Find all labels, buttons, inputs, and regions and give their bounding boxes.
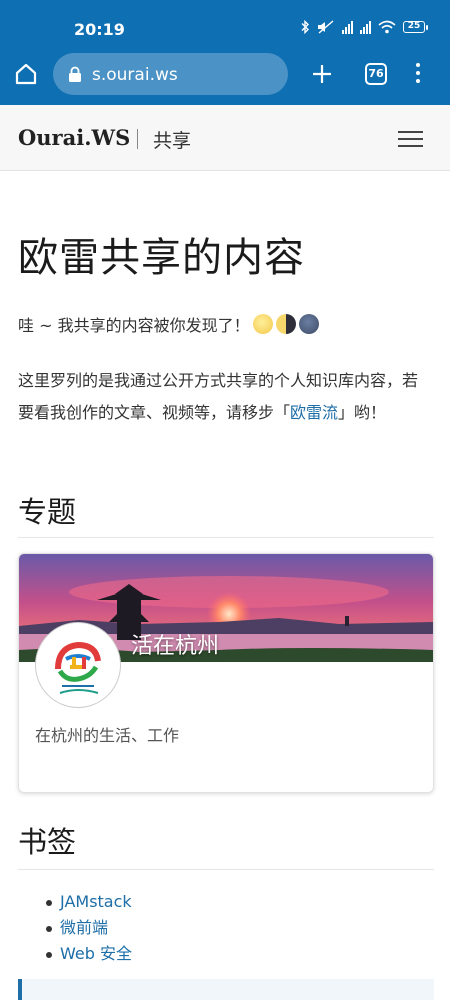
ourai-flow-link[interactable]: 欧雷流 — [290, 403, 338, 422]
intro-text: 哇 ~ 我共享的内容被你发现了！ — [18, 312, 319, 336]
wifi-icon — [378, 20, 396, 34]
url-text: s.ourai.ws — [92, 65, 178, 85]
bookmarks-divider — [18, 869, 434, 870]
signal-icon — [360, 20, 371, 34]
new-tab-icon[interactable] — [310, 62, 334, 86]
callout-box — [18, 979, 434, 1000]
status-bar: 20:19 25 — [0, 0, 450, 44]
card-title[interactable]: 活在杭州 — [131, 628, 219, 660]
tab-switcher-button[interactable]: 76 — [365, 63, 387, 85]
bookmarks-heading: 书签 — [18, 825, 77, 859]
home-icon[interactable] — [14, 62, 38, 86]
mute-icon — [318, 20, 334, 34]
bluetooth-icon — [301, 20, 309, 34]
lock-icon — [69, 66, 81, 82]
hangzhou-logo-mark — [55, 641, 101, 694]
bookmark-link-micro-frontends[interactable]: 微前端 — [46, 915, 132, 941]
topics-heading: 专题 — [18, 495, 77, 529]
status-icons: 25 — [300, 20, 428, 34]
header-divider — [137, 129, 138, 149]
topics-divider — [18, 537, 434, 538]
bookmark-list: JAMstack 微前端 Web 安全 — [46, 889, 132, 967]
hamburger-menu-icon[interactable] — [398, 131, 423, 149]
more-menu-icon[interactable] — [414, 63, 422, 85]
browser-toolbar: s.ourai.ws 76 — [0, 44, 450, 105]
intro-label: 哇 ~ 我共享的内容被你发现了！ — [18, 316, 250, 335]
topic-card[interactable]: 活在杭州 在杭州的生活、工作 — [18, 553, 434, 793]
sun-face-emoji-icon — [252, 314, 273, 334]
battery-icon: 25 — [403, 21, 428, 33]
hangzhou-logo — [35, 622, 121, 708]
new-moon-face-emoji-icon — [298, 314, 319, 334]
page-title: 欧雷共享的内容 — [18, 235, 305, 281]
address-bar[interactable]: s.ourai.ws — [53, 53, 288, 95]
bookmark-link-jamstack[interactable]: JAMstack — [46, 889, 132, 915]
site-brand[interactable]: Ourai.WS — [18, 125, 130, 150]
intro-paragraph: 这里罗列的是我通过公开方式共享的个人知识库内容，若要看我创作的文章、视频等，请移… — [18, 371, 419, 422]
card-description: 在杭州的生活、工作 — [35, 726, 180, 745]
bookmark-link-web-security[interactable]: Web 安全 — [46, 941, 132, 967]
half-moon-emoji-icon — [275, 314, 296, 334]
site-header: Ourai.WS 共享 — [0, 105, 450, 171]
site-section-name[interactable]: 共享 — [153, 126, 191, 153]
battery-level: 25 — [403, 21, 425, 33]
status-time: 20:19 — [74, 20, 125, 39]
signal-icon — [342, 20, 353, 34]
